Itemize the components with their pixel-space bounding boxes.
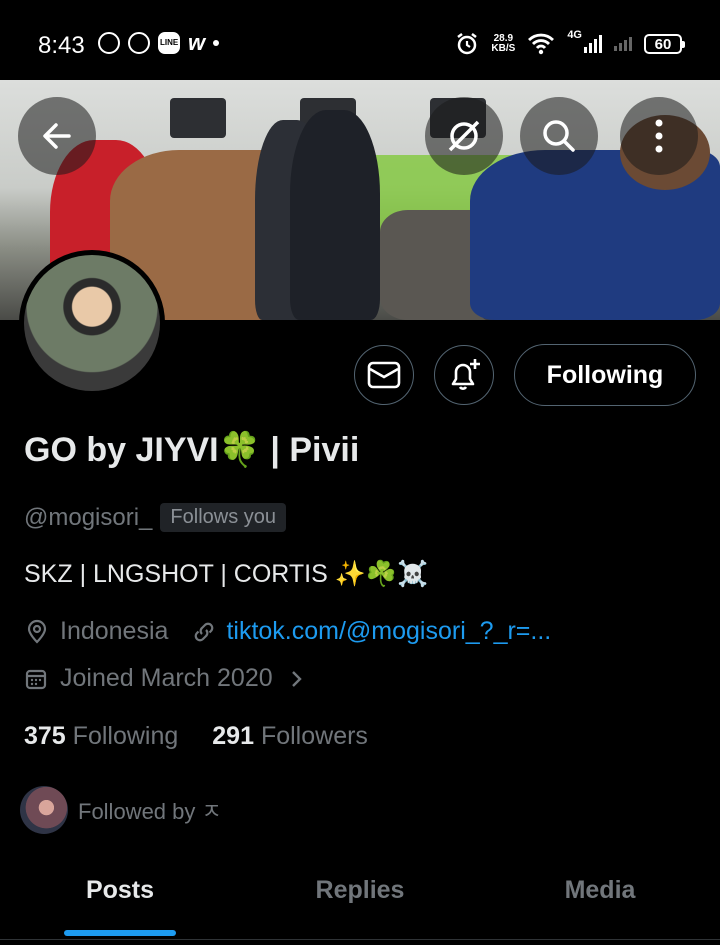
envelope-icon bbox=[367, 361, 401, 389]
search-button[interactable] bbox=[520, 97, 598, 175]
grok-icon bbox=[448, 120, 480, 152]
link-icon bbox=[195, 622, 214, 641]
tab-replies[interactable]: Replies bbox=[240, 876, 480, 905]
calendar-icon bbox=[25, 669, 47, 689]
more-notifications-icon bbox=[213, 40, 220, 46]
bio: SKZ | LNGSHOT | CORTIS ✨☘️☠️ bbox=[24, 560, 429, 588]
tab-posts[interactable]: Posts bbox=[0, 876, 240, 905]
tabs-divider bbox=[0, 939, 720, 940]
search-icon bbox=[543, 120, 575, 152]
joined-date: Joined March 2020 bbox=[60, 664, 273, 692]
messenger-icon bbox=[128, 32, 150, 54]
follower-avatar bbox=[20, 786, 68, 834]
clock: 8:43 bbox=[38, 32, 85, 59]
tab-media[interactable]: Media bbox=[480, 876, 720, 905]
location: Indonesia bbox=[60, 617, 169, 645]
profile-avatar[interactable] bbox=[19, 250, 165, 396]
notification-icons: LINE w bbox=[98, 30, 220, 55]
display-name: GO by JIYVI🍀 | Pivii bbox=[24, 431, 360, 469]
signal-sim2-icon bbox=[614, 37, 632, 51]
whatsapp-icon bbox=[98, 32, 120, 54]
line-icon: LINE bbox=[158, 32, 180, 54]
status-bar: 8:43 LINE w 28.9 KB/S 4G 60 bbox=[0, 0, 720, 80]
webtoon-icon: w bbox=[188, 30, 206, 55]
wifi-icon bbox=[528, 33, 555, 55]
joined-row[interactable]: Joined March 2020 bbox=[24, 664, 307, 693]
followers-count-link[interactable]: 291 Followers bbox=[212, 722, 368, 751]
follows-you-badge: Follows you bbox=[160, 503, 287, 532]
message-button[interactable] bbox=[354, 345, 414, 405]
notifications-button[interactable] bbox=[434, 345, 494, 405]
username: @mogisori_ bbox=[24, 503, 153, 531]
bell-plus-icon bbox=[451, 359, 480, 390]
chevron-right-icon bbox=[291, 670, 302, 687]
active-tab-indicator bbox=[64, 930, 176, 936]
more-vertical-icon bbox=[655, 119, 663, 153]
grok-button[interactable] bbox=[425, 97, 503, 175]
profile-tabs: Posts Replies Media bbox=[0, 860, 720, 945]
back-button[interactable] bbox=[18, 97, 96, 175]
follow-counts: 375 Following 291 Followers bbox=[24, 722, 368, 751]
followed-by-text: Followed by ㅈ bbox=[78, 799, 222, 824]
handle-row: @mogisori_ Follows you bbox=[24, 503, 287, 532]
followed-by-row[interactable]: Followed by ㅈ bbox=[20, 786, 222, 834]
signal-4g-icon: 4G bbox=[567, 29, 602, 53]
location-pin-icon bbox=[27, 619, 47, 644]
following-button[interactable]: Following bbox=[514, 344, 696, 406]
alarm-icon bbox=[457, 33, 478, 55]
website-link[interactable]: tiktok.com/@mogisori_?_r=... bbox=[226, 617, 551, 646]
arrow-left-icon bbox=[43, 123, 71, 149]
net-speed: 28.9 KB/S bbox=[491, 33, 516, 54]
battery-icon: 60 bbox=[644, 34, 685, 54]
location-website-row: Indonesia tiktok.com/@mogisori_?_r=... bbox=[24, 617, 551, 646]
following-count-link[interactable]: 375 Following bbox=[24, 722, 178, 751]
more-options-button[interactable] bbox=[620, 97, 698, 175]
system-icons: 28.9 KB/S 4G 60 bbox=[455, 29, 685, 56]
